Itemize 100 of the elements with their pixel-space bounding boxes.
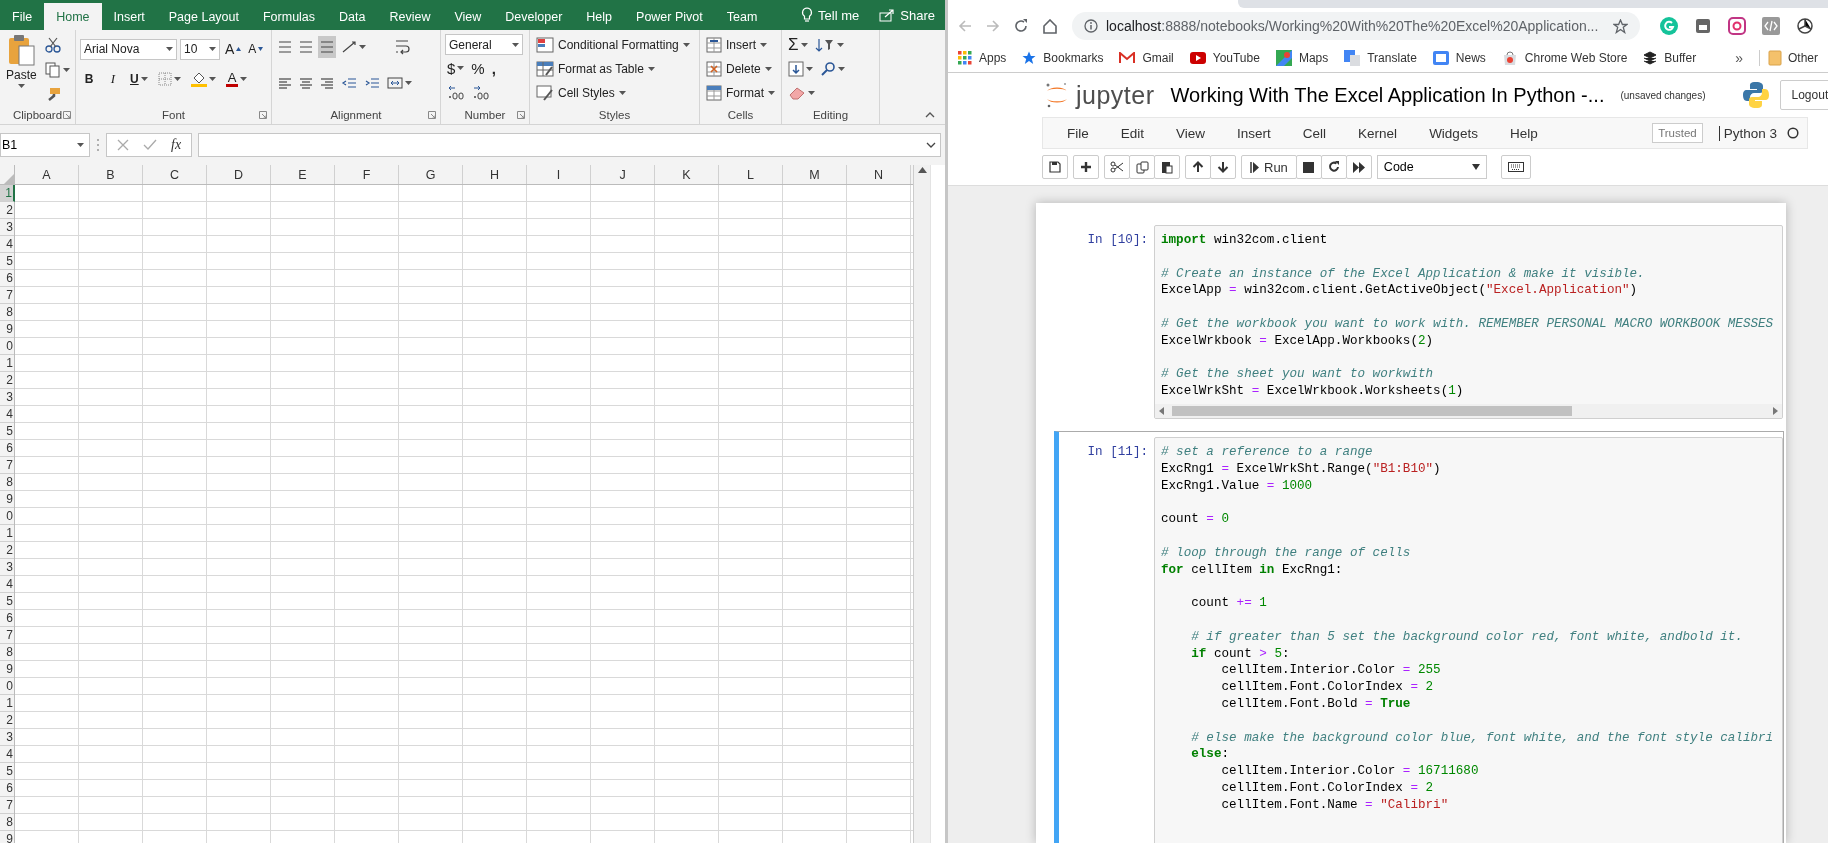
row-header[interactable]: 3	[0, 219, 14, 236]
home-icon[interactable]	[1042, 18, 1058, 34]
bookmark[interactable]: Maps	[1275, 50, 1329, 66]
paste-button[interactable]: Paste	[4, 34, 39, 106]
column-header[interactable]: M	[783, 165, 847, 184]
ribbon-tab[interactable]: Developer	[493, 3, 575, 30]
row-header[interactable]: 1	[0, 355, 14, 372]
shrink-font-button[interactable]: A	[246, 38, 266, 60]
cell-grid[interactable]	[15, 185, 913, 843]
ribbon-tab[interactable]: Home	[44, 3, 102, 30]
row-header[interactable]: 0	[0, 508, 14, 525]
row-header[interactable]: 7	[0, 457, 14, 474]
bookmark[interactable]: Bookmarks	[1022, 51, 1104, 65]
row-header[interactable]: 3	[0, 559, 14, 576]
row-header[interactable]: 7	[0, 287, 14, 304]
name-box[interactable]: B1	[0, 133, 90, 157]
row-header[interactable]: 5	[0, 763, 14, 780]
row-header[interactable]: 6	[0, 780, 14, 797]
dialog-launcher-icon[interactable]	[63, 111, 71, 119]
percent-button[interactable]: %	[469, 57, 487, 79]
bookmark[interactable]: Apps	[958, 51, 1007, 65]
ribbon-tab[interactable]: Review	[377, 3, 443, 30]
row-header[interactable]: 6	[0, 610, 14, 627]
collapse-ribbon-icon[interactable]	[925, 112, 935, 118]
row-header[interactable]: 7	[0, 797, 14, 814]
ribbon-tab[interactable]: Help	[574, 3, 625, 30]
column-header[interactable]: K	[655, 165, 719, 184]
column-header[interactable]: G	[399, 165, 463, 184]
dialog-launcher-icon[interactable]	[259, 111, 267, 119]
kernel-name[interactable]: Python 3	[1718, 125, 1777, 141]
grammar-extension-icon[interactable]	[1660, 17, 1678, 35]
menu-item[interactable]: Edit	[1104, 125, 1161, 141]
column-header[interactable]: E	[271, 165, 335, 184]
horizontal-scrollbar[interactable]	[1155, 403, 1782, 418]
bookmark[interactable]: Gmail	[1119, 51, 1174, 65]
underline-button[interactable]: U	[128, 68, 150, 90]
row-header[interactable]: 9	[0, 661, 14, 678]
bookmark[interactable]: YouTube	[1189, 51, 1260, 65]
share-button[interactable]: Share	[869, 0, 945, 30]
move-up-button[interactable]	[1185, 155, 1211, 179]
bookmark-star-icon[interactable]	[1613, 18, 1628, 34]
bookmark[interactable]: Buffer	[1643, 51, 1697, 65]
menu-item[interactable]: Kernel	[1342, 125, 1414, 141]
info-icon[interactable]	[1084, 19, 1098, 33]
styles-command[interactable]: Conditional Formatting	[534, 34, 692, 56]
row-header[interactable]: 7	[0, 627, 14, 644]
styles-command[interactable]: Format as Table	[534, 58, 692, 80]
code-input[interactable]	[1154, 436, 1783, 843]
grow-font-button[interactable]: A	[223, 38, 244, 60]
tell-me-search[interactable]: Tell me	[791, 0, 870, 30]
camera-extension-icon[interactable]	[1728, 17, 1746, 35]
bookmark[interactable]: News	[1432, 51, 1486, 65]
scroll-up-icon[interactable]	[917, 167, 927, 173]
insert-function-button[interactable]: fx	[171, 137, 182, 153]
ribbon-tab[interactable]: File	[0, 3, 45, 30]
tab-extension-icon[interactable]	[1694, 17, 1712, 35]
row-header[interactable]: 8	[0, 814, 14, 831]
expand-icon[interactable]	[926, 142, 936, 148]
copy-button[interactable]	[42, 59, 72, 81]
comma-button[interactable]: ,	[489, 57, 498, 79]
menu-item[interactable]: Cell	[1286, 125, 1343, 141]
row-header[interactable]: 8	[0, 474, 14, 491]
save-button[interactable]	[1042, 155, 1068, 179]
menu-item[interactable]: Widgets	[1413, 125, 1494, 141]
bookmark[interactable]: Translate	[1344, 50, 1417, 66]
ribbon-tab[interactable]: Insert	[101, 3, 157, 30]
interrupt-button[interactable]	[1295, 155, 1322, 179]
column-header[interactable]: A	[15, 165, 79, 184]
bookmark[interactable]: Chrome Web Store	[1501, 50, 1628, 66]
column-header[interactable]: F	[335, 165, 399, 184]
ribbon-tab[interactable]: Data	[327, 3, 378, 30]
menu-item[interactable]: View	[1160, 125, 1222, 141]
logout-button[interactable]: Logout	[1779, 80, 1828, 110]
column-header[interactable]: J	[591, 165, 655, 184]
row-header[interactable]: 9	[0, 831, 14, 843]
column-header[interactable]: C	[143, 165, 207, 184]
enter-icon[interactable]	[143, 139, 157, 151]
code-extension-icon[interactable]	[1762, 17, 1780, 35]
font-size-field[interactable]: 10	[180, 38, 220, 60]
restart-run-all-button[interactable]	[1345, 155, 1372, 179]
row-header[interactable]: 5	[0, 423, 14, 440]
move-down-button[interactable]	[1210, 155, 1236, 179]
ribbon-tab[interactable]: Page Layout	[156, 3, 251, 30]
row-header[interactable]: 8	[0, 644, 14, 661]
row-header[interactable]: 3	[0, 389, 14, 406]
cell-type-dropdown[interactable]: Code	[1376, 155, 1487, 179]
autosum-button[interactable]: Σ	[786, 34, 810, 56]
insert-cell-button[interactable]	[1073, 155, 1099, 179]
row-header[interactable]: 4	[0, 746, 14, 763]
row-header[interactable]: 5	[0, 253, 14, 270]
row-header[interactable]: 0	[0, 338, 14, 355]
column-header[interactable]: H	[463, 165, 527, 184]
row-header[interactable]: 6	[0, 270, 14, 287]
code-input[interactable]	[1154, 225, 1783, 419]
font-name-field[interactable]: Arial Nova	[80, 38, 177, 60]
jupyter-logo[interactable]: jupyter	[1044, 80, 1155, 110]
cells-command[interactable]: Delete	[704, 58, 777, 80]
fill-button[interactable]	[786, 58, 815, 80]
cells-command[interactable]: Insert	[704, 34, 777, 56]
row-header[interactable]: 4	[0, 236, 14, 253]
